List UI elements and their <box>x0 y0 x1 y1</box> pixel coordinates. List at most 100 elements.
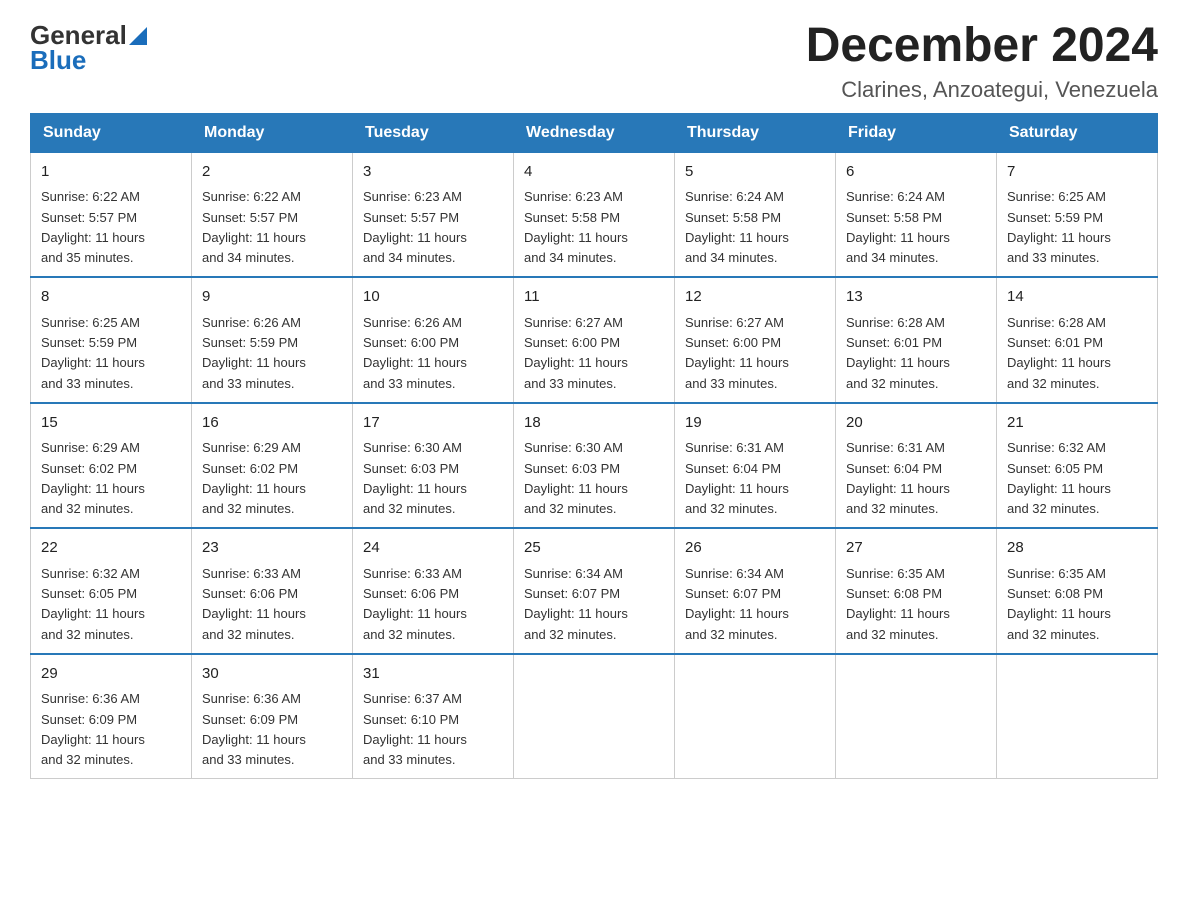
day-info: Sunrise: 6:28 AM Sunset: 6:01 PM Dayligh… <box>846 315 950 391</box>
calendar-week-4: 22 Sunrise: 6:32 AM Sunset: 6:05 PM Dayl… <box>31 528 1158 654</box>
logo-blue-text: Blue <box>30 45 86 76</box>
day-number: 6 <box>846 161 986 184</box>
day-number: 20 <box>846 412 986 435</box>
calendar-cell: 15 Sunrise: 6:29 AM Sunset: 6:02 PM Dayl… <box>31 403 192 529</box>
col-tuesday: Tuesday <box>353 113 514 152</box>
day-info: Sunrise: 6:33 AM Sunset: 6:06 PM Dayligh… <box>363 566 467 642</box>
calendar-week-5: 29 Sunrise: 6:36 AM Sunset: 6:09 PM Dayl… <box>31 654 1158 779</box>
day-info: Sunrise: 6:24 AM Sunset: 5:58 PM Dayligh… <box>685 189 789 265</box>
calendar-table: Sunday Monday Tuesday Wednesday Thursday… <box>30 113 1158 780</box>
day-info: Sunrise: 6:22 AM Sunset: 5:57 PM Dayligh… <box>41 189 145 265</box>
day-info: Sunrise: 6:32 AM Sunset: 6:05 PM Dayligh… <box>41 566 145 642</box>
calendar-cell: 21 Sunrise: 6:32 AM Sunset: 6:05 PM Dayl… <box>997 403 1158 529</box>
day-info: Sunrise: 6:33 AM Sunset: 6:06 PM Dayligh… <box>202 566 306 642</box>
day-info: Sunrise: 6:36 AM Sunset: 6:09 PM Dayligh… <box>202 691 306 767</box>
calendar-cell: 18 Sunrise: 6:30 AM Sunset: 6:03 PM Dayl… <box>514 403 675 529</box>
day-info: Sunrise: 6:37 AM Sunset: 6:10 PM Dayligh… <box>363 691 467 767</box>
col-monday: Monday <box>192 113 353 152</box>
day-number: 16 <box>202 412 342 435</box>
day-info: Sunrise: 6:25 AM Sunset: 5:59 PM Dayligh… <box>1007 189 1111 265</box>
day-number: 1 <box>41 161 181 184</box>
col-thursday: Thursday <box>675 113 836 152</box>
title-section: December 2024 Clarines, Anzoategui, Vene… <box>806 20 1158 103</box>
calendar-cell: 17 Sunrise: 6:30 AM Sunset: 6:03 PM Dayl… <box>353 403 514 529</box>
day-info: Sunrise: 6:26 AM Sunset: 5:59 PM Dayligh… <box>202 315 306 391</box>
calendar-week-2: 8 Sunrise: 6:25 AM Sunset: 5:59 PM Dayli… <box>31 277 1158 403</box>
day-info: Sunrise: 6:34 AM Sunset: 6:07 PM Dayligh… <box>524 566 628 642</box>
calendar-week-1: 1 Sunrise: 6:22 AM Sunset: 5:57 PM Dayli… <box>31 152 1158 277</box>
col-friday: Friday <box>836 113 997 152</box>
calendar-cell: 28 Sunrise: 6:35 AM Sunset: 6:08 PM Dayl… <box>997 528 1158 654</box>
location-label: Clarines, Anzoategui, Venezuela <box>806 77 1158 103</box>
day-number: 4 <box>524 161 664 184</box>
day-info: Sunrise: 6:36 AM Sunset: 6:09 PM Dayligh… <box>41 691 145 767</box>
day-number: 24 <box>363 537 503 560</box>
day-info: Sunrise: 6:27 AM Sunset: 6:00 PM Dayligh… <box>524 315 628 391</box>
day-info: Sunrise: 6:30 AM Sunset: 6:03 PM Dayligh… <box>363 440 467 516</box>
day-number: 7 <box>1007 161 1147 184</box>
calendar-cell: 11 Sunrise: 6:27 AM Sunset: 6:00 PM Dayl… <box>514 277 675 403</box>
day-number: 9 <box>202 286 342 309</box>
calendar-cell <box>836 654 997 779</box>
day-number: 5 <box>685 161 825 184</box>
calendar-cell: 30 Sunrise: 6:36 AM Sunset: 6:09 PM Dayl… <box>192 654 353 779</box>
calendar-cell: 7 Sunrise: 6:25 AM Sunset: 5:59 PM Dayli… <box>997 152 1158 277</box>
calendar-cell: 14 Sunrise: 6:28 AM Sunset: 6:01 PM Dayl… <box>997 277 1158 403</box>
day-info: Sunrise: 6:35 AM Sunset: 6:08 PM Dayligh… <box>846 566 950 642</box>
day-info: Sunrise: 6:32 AM Sunset: 6:05 PM Dayligh… <box>1007 440 1111 516</box>
page-header: General Blue December 2024 Clarines, Anz… <box>30 20 1158 103</box>
calendar-cell: 13 Sunrise: 6:28 AM Sunset: 6:01 PM Dayl… <box>836 277 997 403</box>
calendar-cell: 20 Sunrise: 6:31 AM Sunset: 6:04 PM Dayl… <box>836 403 997 529</box>
day-info: Sunrise: 6:29 AM Sunset: 6:02 PM Dayligh… <box>41 440 145 516</box>
day-info: Sunrise: 6:27 AM Sunset: 6:00 PM Dayligh… <box>685 315 789 391</box>
calendar-cell: 4 Sunrise: 6:23 AM Sunset: 5:58 PM Dayli… <box>514 152 675 277</box>
calendar-cell: 3 Sunrise: 6:23 AM Sunset: 5:57 PM Dayli… <box>353 152 514 277</box>
day-number: 31 <box>363 663 503 686</box>
day-number: 2 <box>202 161 342 184</box>
calendar-cell: 25 Sunrise: 6:34 AM Sunset: 6:07 PM Dayl… <box>514 528 675 654</box>
col-saturday: Saturday <box>997 113 1158 152</box>
col-sunday: Sunday <box>31 113 192 152</box>
calendar-cell: 8 Sunrise: 6:25 AM Sunset: 5:59 PM Dayli… <box>31 277 192 403</box>
calendar-cell: 5 Sunrise: 6:24 AM Sunset: 5:58 PM Dayli… <box>675 152 836 277</box>
calendar-cell: 16 Sunrise: 6:29 AM Sunset: 6:02 PM Dayl… <box>192 403 353 529</box>
calendar-cell <box>514 654 675 779</box>
day-info: Sunrise: 6:31 AM Sunset: 6:04 PM Dayligh… <box>685 440 789 516</box>
day-info: Sunrise: 6:28 AM Sunset: 6:01 PM Dayligh… <box>1007 315 1111 391</box>
calendar-cell: 10 Sunrise: 6:26 AM Sunset: 6:00 PM Dayl… <box>353 277 514 403</box>
day-info: Sunrise: 6:26 AM Sunset: 6:00 PM Dayligh… <box>363 315 467 391</box>
day-info: Sunrise: 6:35 AM Sunset: 6:08 PM Dayligh… <box>1007 566 1111 642</box>
day-info: Sunrise: 6:23 AM Sunset: 5:57 PM Dayligh… <box>363 189 467 265</box>
header-row: Sunday Monday Tuesday Wednesday Thursday… <box>31 113 1158 152</box>
calendar-cell: 26 Sunrise: 6:34 AM Sunset: 6:07 PM Dayl… <box>675 528 836 654</box>
calendar-cell: 19 Sunrise: 6:31 AM Sunset: 6:04 PM Dayl… <box>675 403 836 529</box>
day-number: 10 <box>363 286 503 309</box>
day-info: Sunrise: 6:23 AM Sunset: 5:58 PM Dayligh… <box>524 189 628 265</box>
calendar-cell: 12 Sunrise: 6:27 AM Sunset: 6:00 PM Dayl… <box>675 277 836 403</box>
day-info: Sunrise: 6:31 AM Sunset: 6:04 PM Dayligh… <box>846 440 950 516</box>
day-number: 21 <box>1007 412 1147 435</box>
calendar-cell: 6 Sunrise: 6:24 AM Sunset: 5:58 PM Dayli… <box>836 152 997 277</box>
calendar-cell <box>675 654 836 779</box>
calendar-cell: 27 Sunrise: 6:35 AM Sunset: 6:08 PM Dayl… <box>836 528 997 654</box>
day-number: 13 <box>846 286 986 309</box>
day-number: 28 <box>1007 537 1147 560</box>
month-title: December 2024 <box>806 20 1158 73</box>
calendar-cell: 29 Sunrise: 6:36 AM Sunset: 6:09 PM Dayl… <box>31 654 192 779</box>
calendar-cell: 31 Sunrise: 6:37 AM Sunset: 6:10 PM Dayl… <box>353 654 514 779</box>
day-number: 8 <box>41 286 181 309</box>
logo: General Blue <box>30 20 147 76</box>
day-number: 25 <box>524 537 664 560</box>
calendar-cell <box>997 654 1158 779</box>
calendar-week-3: 15 Sunrise: 6:29 AM Sunset: 6:02 PM Dayl… <box>31 403 1158 529</box>
day-number: 11 <box>524 286 664 309</box>
day-info: Sunrise: 6:34 AM Sunset: 6:07 PM Dayligh… <box>685 566 789 642</box>
day-number: 3 <box>363 161 503 184</box>
calendar-body: 1 Sunrise: 6:22 AM Sunset: 5:57 PM Dayli… <box>31 152 1158 779</box>
day-number: 17 <box>363 412 503 435</box>
day-info: Sunrise: 6:29 AM Sunset: 6:02 PM Dayligh… <box>202 440 306 516</box>
calendar-cell: 24 Sunrise: 6:33 AM Sunset: 6:06 PM Dayl… <box>353 528 514 654</box>
day-number: 15 <box>41 412 181 435</box>
day-info: Sunrise: 6:25 AM Sunset: 5:59 PM Dayligh… <box>41 315 145 391</box>
day-number: 12 <box>685 286 825 309</box>
